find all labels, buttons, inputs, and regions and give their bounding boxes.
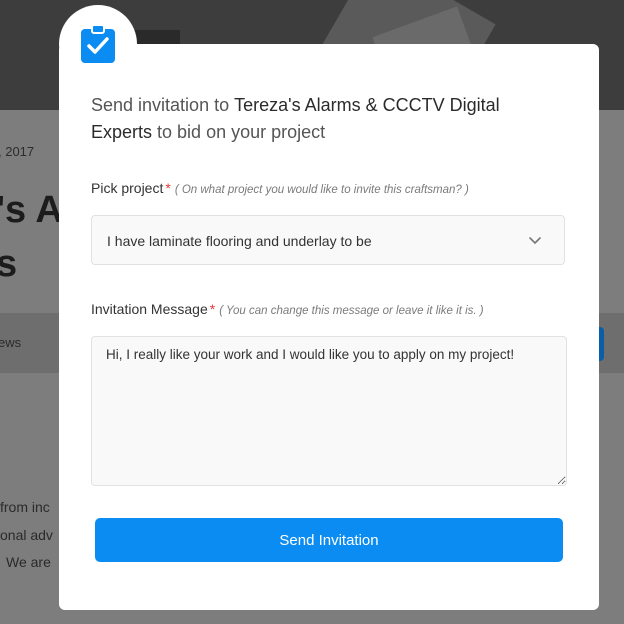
modal-headline: Send invitation to Tereza's Alarms & CCC… (91, 92, 551, 146)
message-label-text: Invitation Message (91, 301, 208, 317)
project-select-value: I have laminate flooring and underlay to… (107, 233, 372, 249)
send-invitation-button[interactable]: Send Invitation (95, 518, 563, 562)
chevron-down-icon (529, 237, 541, 244)
message-field-label: Invitation Message *( You can change this… (91, 301, 484, 317)
project-field-label: Pick project *( On what project you would… (91, 180, 469, 196)
required-marker: * (209, 301, 216, 317)
project-select[interactable]: I have laminate flooring and underlay to… (91, 215, 565, 265)
required-marker: * (165, 180, 171, 196)
background-text: from inc (0, 499, 50, 515)
background-date: , 2017 (0, 144, 35, 159)
background-title: 's A s (0, 183, 63, 291)
background-title-line1: 's A (0, 189, 63, 231)
project-label-text: Pick project (91, 180, 164, 196)
background-title-line2: s (0, 243, 18, 285)
background-reviews-tab: ews (0, 335, 22, 350)
headline-prefix: Send invitation to (91, 95, 235, 115)
headline-suffix: to bid on your project (152, 122, 326, 142)
invitation-message-textarea[interactable]: Hi, I really like your work and I would … (91, 336, 567, 486)
message-hint: ( You can change this message or leave i… (219, 305, 484, 317)
background-text: We are (6, 554, 51, 570)
project-hint: ( On what project you would like to invi… (174, 184, 469, 196)
background-text: onal adv (0, 527, 53, 543)
clipboard-check-icon (81, 24, 115, 63)
